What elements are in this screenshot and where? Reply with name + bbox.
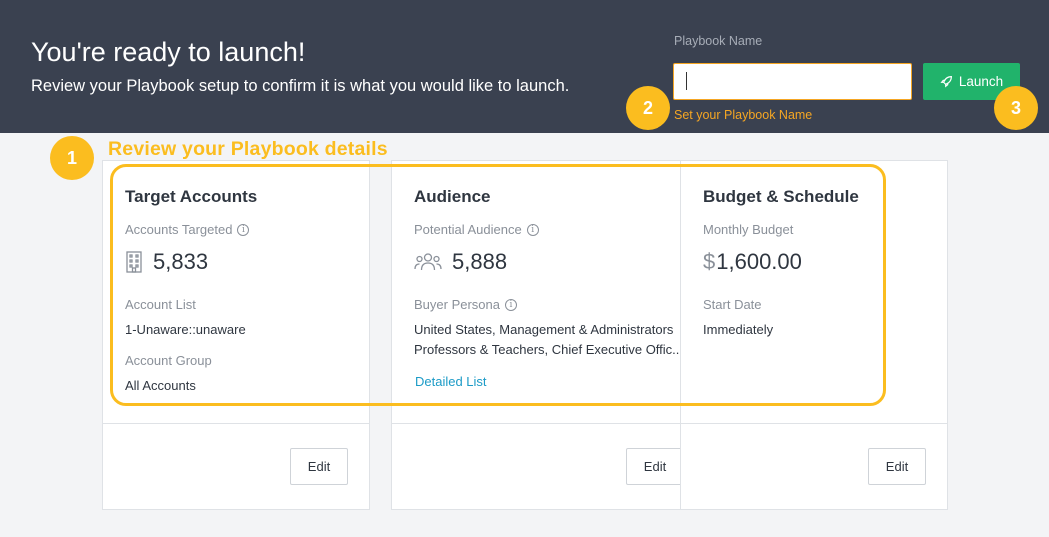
accounts-targeted-label-text: Accounts Targeted — [125, 222, 233, 237]
rocket-icon — [940, 76, 952, 88]
edit-budget-button[interactable]: Edit — [868, 448, 926, 485]
page-subtitle: Review your Playbook setup to confirm it… — [31, 77, 570, 95]
card-divider — [103, 423, 369, 424]
card-divider — [392, 423, 680, 424]
account-list-value: 1-Unaware::unaware — [125, 322, 246, 337]
monthly-budget-number: 1,600.00 — [716, 249, 802, 274]
start-date-value: Immediately — [703, 322, 774, 337]
potential-audience-label: Potential Audience i — [414, 222, 539, 237]
account-group-label: Account Group — [125, 353, 212, 368]
step-badge-3: 3 — [994, 86, 1038, 130]
page-title: You're ready to launch! — [31, 37, 306, 67]
potential-audience-number: 5,888 — [452, 249, 508, 274]
start-date-label: Start Date — [703, 297, 762, 312]
detailed-list-link[interactable]: Detailed List — [415, 374, 487, 389]
building-icon — [126, 251, 142, 273]
audience-card: Audience Potential Audience i 5,888 Buye… — [391, 160, 684, 510]
card-title: Budget & Schedule — [703, 187, 859, 206]
step-badge-2: 2 — [626, 86, 670, 130]
info-icon[interactable]: i — [237, 223, 250, 236]
edit-target-accounts-button[interactable]: Edit — [290, 448, 348, 485]
buyer-persona-line-2: Professors & Teachers, Chief Executive O… — [414, 342, 684, 357]
info-icon[interactable]: i — [526, 223, 539, 236]
review-details-annotation: Review your Playbook details — [108, 138, 388, 160]
card-title: Audience — [414, 187, 491, 206]
potential-audience-label-text: Potential Audience — [414, 222, 522, 237]
playbook-name-input[interactable] — [673, 63, 912, 100]
buyer-persona-label: Buyer Persona i — [414, 297, 517, 312]
accounts-targeted-label: Accounts Targeted i — [125, 222, 250, 237]
monthly-budget-value: $ 1,600.00 — [703, 249, 802, 275]
budget-schedule-card: Budget & Schedule Monthly Budget $ 1,600… — [680, 160, 948, 510]
potential-audience-value: 5,888 — [414, 249, 507, 275]
page-header: You're ready to launch! Review your Play… — [0, 0, 1049, 133]
step-badge-1: 1 — [50, 136, 94, 180]
monthly-budget-label: Monthly Budget — [703, 222, 794, 237]
launch-label: Launch — [958, 74, 1004, 89]
playbook-name-hint: Set your Playbook Name — [674, 108, 813, 122]
text-caret — [686, 72, 687, 90]
target-accounts-card: Target Accounts Accounts Targeted i 5,83… — [102, 160, 370, 510]
account-list-label: Account List — [125, 297, 196, 312]
accounts-targeted-value: 5,833 — [125, 249, 208, 275]
currency-symbol: $ — [703, 249, 716, 274]
card-title: Target Accounts — [125, 187, 258, 206]
people-icon — [414, 253, 442, 271]
playbook-name-label: Playbook Name — [674, 34, 763, 48]
buyer-persona-label-text: Buyer Persona — [414, 297, 500, 312]
edit-audience-button[interactable]: Edit — [626, 448, 684, 485]
card-divider — [681, 423, 947, 424]
info-icon[interactable]: i — [505, 298, 517, 311]
account-group-value: All Accounts — [125, 378, 196, 393]
buyer-persona-line-1: United States, Management & Administrato… — [414, 322, 674, 337]
accounts-targeted-number: 5,833 — [153, 249, 209, 274]
